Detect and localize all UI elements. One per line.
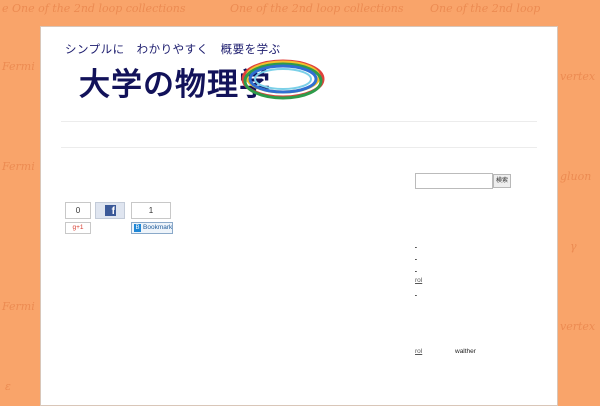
page-container: シンプルに わかりやすく 概要を学ぶ 大学の物理学 0 g+1 f 1 B Boo… (40, 26, 558, 406)
nav-divider (61, 147, 537, 148)
sidebar-link-3[interactable] (415, 265, 435, 273)
facebook-icon: f (105, 205, 116, 217)
hatena-count: 1 (131, 202, 171, 219)
gplus-count: 0 (65, 202, 91, 219)
hatena-bookmark-label: Bookmark (143, 224, 173, 231)
hatena-bookmark-button[interactable]: B Bookmark (131, 222, 173, 234)
facebook-share-button[interactable]: f (95, 202, 125, 219)
sidebar-link-1[interactable] (415, 241, 439, 249)
header-divider (61, 121, 537, 122)
physics-rings-logo-icon (241, 59, 325, 100)
recent-comment-link[interactable]: rol (415, 348, 449, 355)
recent-comment: rol walther (415, 348, 476, 355)
search-button[interactable]: 検索 (493, 174, 511, 188)
recent-comment-author: walther (455, 348, 476, 355)
search-input[interactable] (415, 173, 493, 189)
google-plus-button[interactable]: g+1 (65, 222, 91, 234)
sidebar-link-4[interactable]: rol (415, 277, 447, 285)
sidebar-link-5[interactable] (415, 289, 439, 297)
hatena-bookmark-icon: B (134, 224, 141, 232)
header-banner[interactable]: シンプルに わかりやすく 概要を学ぶ 大学の物理学 (63, 39, 333, 109)
sidebar-link-2[interactable] (415, 253, 439, 261)
